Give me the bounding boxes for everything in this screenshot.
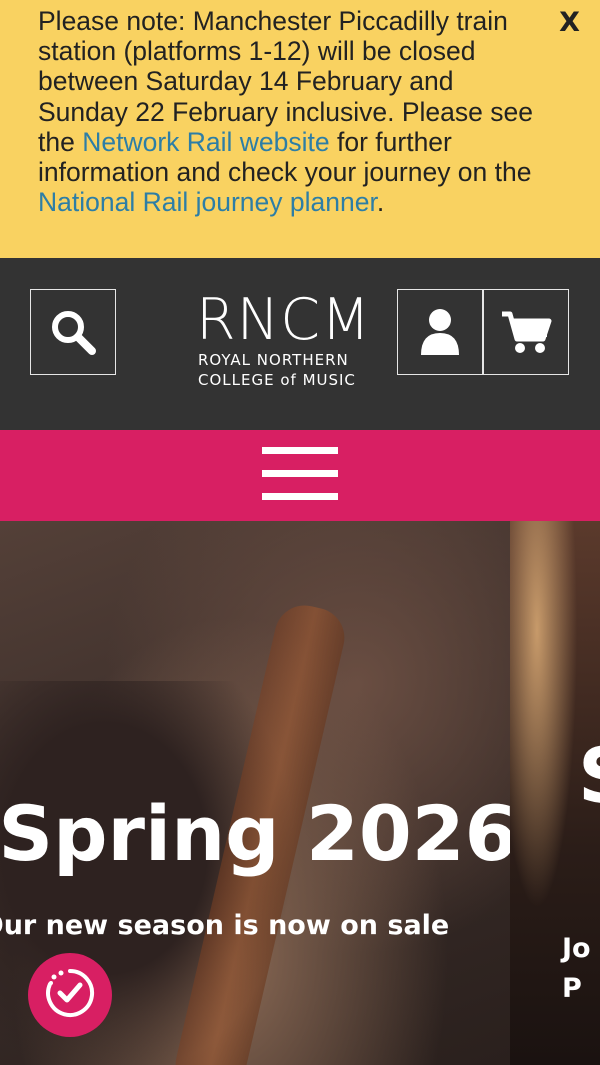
account-button[interactable]	[397, 289, 483, 375]
slide-title: Spring 2026	[0, 789, 510, 878]
notice-text-3: .	[376, 187, 385, 218]
rncm-logo[interactable]: RNCM ROYAL NORTHERN COLLEGE of MUSIC	[196, 288, 406, 398]
main-menu-bar	[0, 430, 600, 521]
accessibility-check-icon	[42, 965, 98, 1026]
search-button[interactable]	[30, 289, 116, 375]
site-header: RNCM ROYAL NORTHERN COLLEGE of MUSIC	[0, 258, 600, 430]
logo-line-2: COLLEGE of MUSIC	[198, 371, 356, 389]
slide-subtitle-2: Jo P	[562, 933, 591, 1004]
cart-icon	[500, 309, 552, 355]
slide-subtitle: Our new season is now on sale	[0, 910, 450, 941]
hamburger-menu-icon[interactable]	[262, 447, 338, 503]
carousel-slide-2[interactable]: S Jo P	[510, 521, 600, 1065]
slide-title-2: S	[578, 731, 600, 820]
network-rail-link[interactable]: Network Rail website	[82, 127, 329, 157]
search-icon	[48, 307, 98, 357]
basket-button[interactable]	[483, 289, 569, 375]
site-notice-banner: Please note: Manchester Piccadilly train…	[0, 0, 600, 258]
user-icon	[418, 307, 462, 357]
notice-close-button[interactable]: X	[559, 7, 580, 38]
logo-wordmark: RNCM	[196, 287, 372, 353]
logo-subtitle: ROYAL NORTHERN COLLEGE of MUSIC	[198, 350, 356, 390]
accessibility-button[interactable]	[28, 953, 112, 1037]
national-rail-link[interactable]: National Rail journey planner	[38, 187, 377, 217]
logo-line-1: ROYAL NORTHERN	[198, 351, 349, 369]
